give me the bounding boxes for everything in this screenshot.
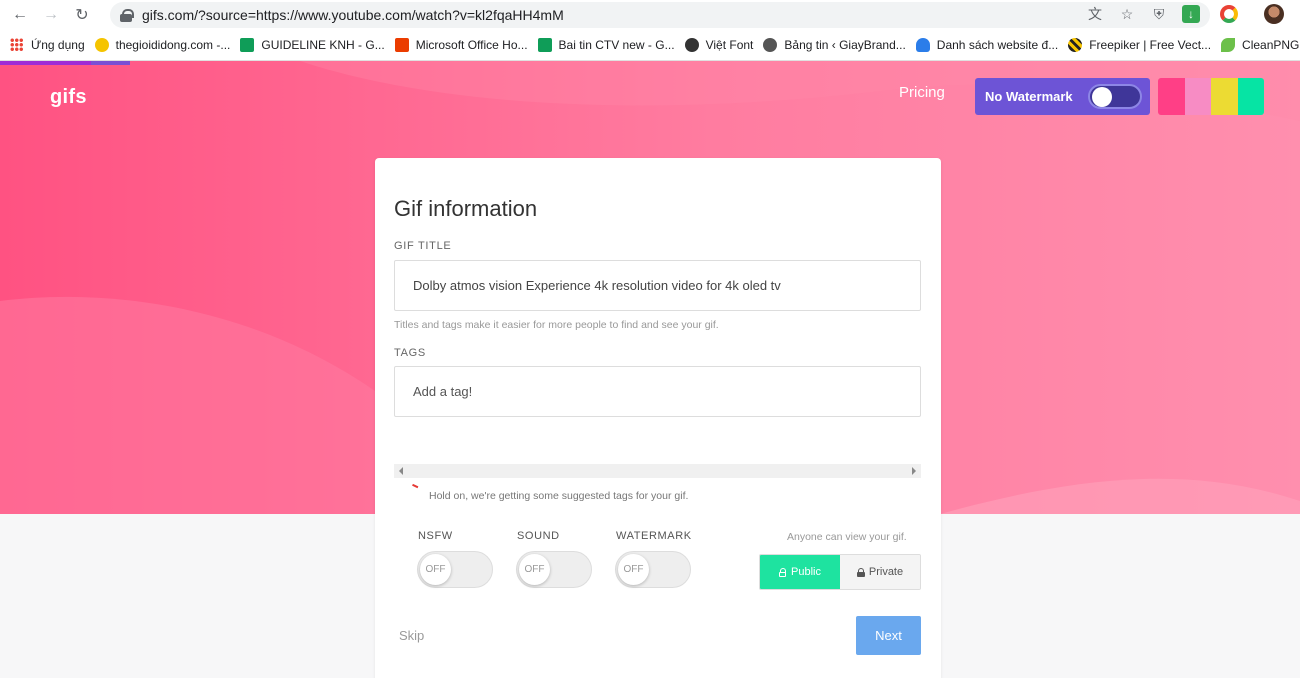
watermark-label: WATERMARK [616, 530, 692, 542]
apps-icon [10, 38, 24, 52]
color-swatch-green[interactable] [1237, 78, 1264, 115]
color-swatch-yellow[interactable] [1211, 78, 1238, 115]
reload-icon[interactable]: ↻ [71, 4, 93, 26]
top-accent-strip [0, 61, 130, 65]
nsfw-toggle-group: NSFW OFF [417, 530, 493, 588]
bookmark-freepiker[interactable]: Freepiker | Free Vect... [1068, 38, 1211, 52]
pricing-link[interactable]: Pricing [899, 84, 945, 101]
back-arrow-icon[interactable]: ← [9, 4, 31, 26]
color-swatch-light-pink[interactable] [1184, 78, 1211, 115]
bookmark-apps[interactable]: Ứng dụng [10, 38, 85, 52]
tgdd-icon [94, 38, 109, 52]
vietfont-icon [684, 38, 699, 52]
no-watermark-label: No Watermark [985, 89, 1073, 104]
theme-color-swatches [1158, 78, 1264, 115]
visibility-hint: Anyone can view your gif. [787, 531, 907, 543]
sound-toggle-group: SOUND OFF [516, 530, 592, 588]
browser-toolbar: ← → ↻ gifs.com/?source=https://www.youtu… [0, 0, 1300, 30]
gifs-logo[interactable]: gifs [50, 86, 87, 109]
nsfw-label: NSFW [418, 530, 453, 542]
office-icon [394, 38, 409, 52]
url-text: gifs.com/?source=https://www.youtube.com… [142, 7, 564, 23]
sound-toggle[interactable]: OFF [516, 551, 592, 588]
wordpress-icon [763, 38, 778, 52]
suggested-tags-loading-text: Hold on, we're getting some suggested ta… [429, 490, 689, 502]
tags-input[interactable]: Add a tag! [394, 366, 921, 417]
gif-title-input[interactable]: Dolby atmos vision Experience 4k resolut… [394, 260, 921, 311]
no-watermark-switch[interactable] [1088, 84, 1142, 109]
bookmarks-bar: Ứng dụng thegioididong.com -... GUIDELIN… [0, 30, 1300, 61]
translate-icon[interactable]: 文 [1086, 5, 1104, 23]
skip-link[interactable]: Skip [399, 628, 424, 643]
watermark-toggle[interactable]: OFF [615, 551, 691, 588]
unlock-icon [779, 567, 787, 577]
watermark-toggle-group: WATERMARK OFF [615, 530, 692, 588]
bookmark-office[interactable]: Microsoft Office Ho... [394, 38, 528, 52]
bookmark-viet-font[interactable]: Việt Font [684, 38, 753, 52]
gif-title-label: GIF TITLE [394, 240, 452, 252]
bookmark-bai-tin[interactable]: Bai tin CTV new - G... [537, 38, 675, 52]
nsfw-toggle[interactable]: OFF [417, 551, 493, 588]
toggle-knob: OFF [519, 554, 550, 585]
bookmark-thegioididong[interactable]: thegioididong.com -... [94, 38, 230, 52]
cleanpng-icon [1221, 38, 1236, 52]
bookmark-danh-sach[interactable]: Danh sách website đ... [915, 38, 1058, 52]
forward-arrow-icon[interactable]: → [40, 4, 62, 26]
suggested-tags-scrollbar[interactable] [394, 464, 921, 478]
extension-icon[interactable] [1220, 5, 1238, 23]
address-bar[interactable]: gifs.com/?source=https://www.youtube.com… [110, 2, 1210, 28]
public-button[interactable]: Public [760, 555, 840, 589]
bookmark-guideline[interactable]: GUIDELINE KNH - G... [240, 38, 385, 52]
shield-icon[interactable]: ⛨ [1150, 5, 1168, 23]
loading-spinner-icon [411, 483, 419, 490]
sheets-icon [240, 38, 255, 52]
sheets-icon [537, 38, 552, 52]
next-button[interactable]: Next [856, 616, 921, 655]
download-extension-icon[interactable]: ↓ [1182, 5, 1200, 23]
tags-label: TAGS [394, 347, 426, 359]
person-icon [915, 38, 930, 52]
visibility-selector: Public Private [759, 554, 921, 590]
no-watermark-toggle[interactable]: No Watermark [975, 78, 1150, 115]
title-tags-hint: Titles and tags make it easier for more … [394, 319, 719, 331]
freepiker-icon [1068, 38, 1083, 52]
lock-icon [856, 567, 865, 577]
toggle-knob: OFF [618, 554, 649, 585]
scroll-left-arrow-icon[interactable] [399, 467, 403, 475]
color-swatch-pink[interactable] [1158, 78, 1185, 115]
lock-icon [120, 9, 134, 22]
bookmark-bang-tin[interactable]: Bảng tin ‹ GiayBrand... [763, 38, 906, 52]
profile-avatar[interactable] [1264, 4, 1284, 24]
toggle-knob: OFF [420, 554, 451, 585]
scroll-right-arrow-icon[interactable] [912, 467, 916, 475]
star-icon[interactable]: ☆ [1118, 5, 1136, 23]
page-title: Gif information [394, 196, 538, 221]
gif-information-card: Gif information GIF TITLE Dolby atmos vi… [375, 158, 941, 678]
sound-label: SOUND [517, 530, 560, 542]
private-button[interactable]: Private [840, 555, 920, 589]
bookmark-cleanpng[interactable]: CleanPNG - HD png... [1221, 38, 1300, 52]
